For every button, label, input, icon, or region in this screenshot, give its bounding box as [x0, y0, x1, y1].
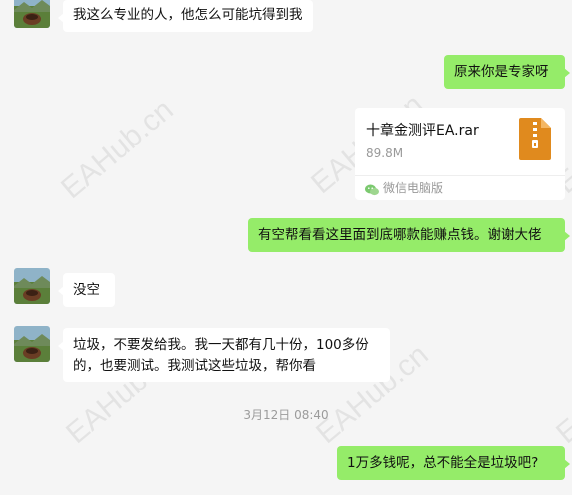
avatar-image — [14, 326, 50, 362]
contact-avatar[interactable] — [14, 0, 50, 28]
file-source-label: 微信电脑版 — [383, 181, 444, 195]
avatar-image — [14, 0, 50, 28]
message-timestamp: 3月12日 08:40 — [243, 408, 329, 422]
message-text: 有空帮看看这里面到底哪款能赚点钱。谢谢大佬 — [258, 227, 542, 243]
message-bubble-outgoing[interactable]: 有空帮看看这里面到底哪款能赚点钱。谢谢大佬 — [248, 218, 570, 252]
chat-window: EAHub.cn EAHub.cn EAHub.cn EAHub.cn EAHu… — [0, 0, 572, 495]
message-bubble-outgoing[interactable]: 1万多钱呢，总不能全是垃圾吧? — [337, 446, 570, 480]
message-text: 没空 — [73, 282, 100, 298]
message-bubble-incoming[interactable]: 垃圾，不要发给我。我一天都有几十份，100多份的，也要测试。我测试这些垃圾，帮你… — [58, 328, 390, 382]
wechat-icon — [365, 181, 379, 200]
zip-file-icon — [519, 118, 551, 164]
watermark: EAHub.cn — [55, 93, 180, 206]
contact-avatar[interactable] — [14, 268, 50, 304]
message-text: 原来你是专家呀 — [454, 64, 549, 80]
file-size: 89.8M — [366, 146, 404, 160]
message-bubble-outgoing[interactable]: 原来你是专家呀 — [444, 55, 570, 89]
message-text: 1万多钱呢，总不能全是垃圾吧? — [347, 455, 539, 471]
message-text: 我这么专业的人，他怎么可能坑得到我 — [73, 7, 303, 23]
contact-avatar[interactable] — [14, 326, 50, 362]
message-text: 垃圾，不要发给我。我一天都有几十份，100多份的，也要测试。我测试这些垃圾，帮你… — [73, 337, 369, 374]
watermark: EAHub.cn — [550, 338, 572, 451]
message-bubble-incoming[interactable]: 我这么专业的人，他怎么可能坑得到我 — [58, 0, 313, 32]
divider — [355, 175, 565, 176]
message-bubble-incoming[interactable]: 没空 — [58, 273, 115, 307]
file-attachment-card[interactable]: 十章金测评EA.rar 89.8M 微信电脑版 — [355, 108, 565, 200]
avatar-image — [14, 268, 50, 304]
file-name: 十章金测评EA.rar — [366, 123, 479, 139]
